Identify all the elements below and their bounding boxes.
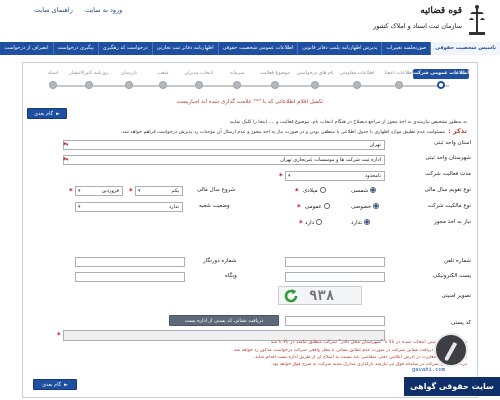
required-star: * [297,203,301,211]
license-check-notice: به منظور تشخیص نیازمندی به اخذ مجوز از م… [229,120,467,125]
postal-code-input[interactable] [285,316,385,326]
radio-button [323,203,330,209]
watermark-logo-icon [434,333,468,367]
security-image-label: تصویر امنیتی [441,293,472,299]
branch-status-select[interactable]: ندارد [75,202,183,212]
judiciary-emblem-icon [469,5,485,35]
step-dot [85,81,93,89]
next-step-button-top[interactable]: گام بعدی ► [27,108,67,119]
step-dot [395,81,403,89]
required-star: * [63,141,67,149]
organization-logo: قوه قضائیه سازمان ثبت اسناد و املاک کشور [370,2,490,42]
notice-text: مسئولیت عدم تطبیق موارد اظهاری با جدول ا… [120,130,446,135]
email-input[interactable] [285,272,385,282]
ownership-type-label: نوع مالکیت شرکت [427,203,471,209]
postal-hint-text: شهرستان واحد ثبتی انتخاب شده در بالا با … [267,340,467,345]
watermark-site: gavahi.com [412,367,446,373]
fiscal-start-day-select[interactable]: یکم [135,186,183,196]
registry-unit-select[interactable]: اداره ثبت شرکت ها و موسسات غیرتجاری تهرا… [63,155,385,165]
required-star: * [129,187,133,195]
calendar-type-label: نوع تقویم سال مالی [424,187,471,193]
step-dot [49,81,57,89]
captcha-image: ۹۳۸ [278,286,362,305]
company-duration-label: مدت فعالیت شرکت [425,171,471,177]
license-has-radio[interactable]: دارد [305,219,323,226]
nav-item-tracking-code-request[interactable]: درخواست کد رهگیری [97,42,152,55]
nav-item-change-minutes[interactable]: صورتجلسه تغییرات [381,42,430,55]
required-fields-note: تکمیل اقلام اطلاعاتی که با "*" علامت گذا… [176,99,324,105]
phone-input[interactable] [285,257,385,267]
province-select[interactable]: تهران [63,140,385,150]
license-none-radio[interactable]: ندارد [351,219,371,226]
next-step-button-bottom[interactable]: گام بعدی ► [33,379,77,390]
logo-subtitle: سازمان ثبت اسناد و املاک کشور [373,22,462,30]
logo-title: قوه قضائیه [420,6,462,16]
arrow-right-icon: ► [56,111,60,117]
nav-item-ledger-seal-declaration[interactable]: پذیرش اظهارنامه پلمپ دفاتر قانونی [297,42,381,55]
required-star: * [57,331,61,339]
refresh-captcha-icon[interactable] [283,288,299,304]
nav-item-commercial-ledger-declaration[interactable]: اظهارنامه دفاتر ثبت تجارتی [151,42,218,55]
required-star: * [295,187,299,195]
company-duration-select[interactable]: نامحدود [285,171,385,181]
website-label: وبگاه [225,273,237,279]
required-star: * [299,219,303,227]
step-dot [271,81,279,89]
fax-input[interactable] [75,257,185,267]
radio-button [370,187,377,193]
ownership-private-radio[interactable]: خصوصی [351,203,380,210]
email-label: پست الکترونیکی [433,273,471,279]
ownership-public-radio[interactable]: عمومی [305,203,330,210]
calendar-solar-radio[interactable]: شمسی [351,187,377,194]
step-dot [233,81,241,89]
required-star: * [279,172,283,180]
step-dot [159,81,167,89]
nav-item-legal-entity-info[interactable]: اطلاعات عمومی شخصیت حقوقی [217,42,298,55]
fiscal-start-label: شروع سال مالی [197,187,236,193]
phone-label: شماره تلفن [443,258,471,264]
step-dot [125,81,133,89]
postal-code-label: کد پستی [451,320,471,326]
notice-label: تذکر : [448,127,467,135]
main-navigation: تاسیس شخصیت حقوقی صورتجلسه تغییرات پذیرش… [0,42,500,55]
step-dot [195,81,203,89]
watermark-brand: سایت حقوقی گواهی [404,377,500,396]
step-dot [353,81,361,89]
required-star: * [63,156,67,164]
arrow-right-icon: ► [64,382,68,388]
step-documents[interactable]: اسناد [25,69,81,89]
province-label: استان واحد ثبتی [434,140,471,146]
branch-status-label: وضعیت شعبه [199,203,230,209]
calendar-gregorian-radio[interactable]: میلادی [303,187,326,194]
site-guide-link[interactable]: راهنمای سایت [34,6,73,14]
header-links: ورود به سایت راهنمای سایت [34,6,132,14]
radio-button [373,203,380,209]
captcha-text: ۹۳۸ [309,288,335,304]
login-link[interactable]: ورود به سایت [85,6,122,14]
responsibility-notice: تذکر :مسئولیت عدم تطبیق موارد اظهاری با … [33,127,467,135]
watermark: gavahi.com سایت حقوقی گواهی [404,333,500,400]
fiscal-start-month-select[interactable]: فروردین [75,186,123,196]
nav-item-request-cancellation[interactable]: انصراف از درخواست [0,42,53,55]
wizard-stepper: اطلاعات عمومی شرکت اطلاعات اعضا اطلاعات … [33,69,469,95]
fax-label: شماره دورنگار [203,258,237,264]
radio-button [316,219,323,225]
postal-inquiry-button[interactable]: دریافت نشانی کد پستی از اداره پست [169,315,279,326]
radio-button [319,187,326,193]
registry-unit-label: شهرستان واحد ثبتی [425,155,471,161]
license-required-label: نیاز به اخذ مجوز [433,219,471,225]
website-input[interactable] [75,272,185,282]
radio-button [364,219,371,225]
step-dot [311,81,319,89]
required-star: * [69,187,73,195]
nav-item-request-followup[interactable]: پیگیری درخواست [52,42,98,55]
nav-item-company-establishment[interactable]: تاسیس شخصیت حقوقی [430,42,500,55]
site-header: ورود به سایت راهنمای سایت قوه قضائیه ساز… [0,0,500,42]
step-dot [437,81,445,89]
